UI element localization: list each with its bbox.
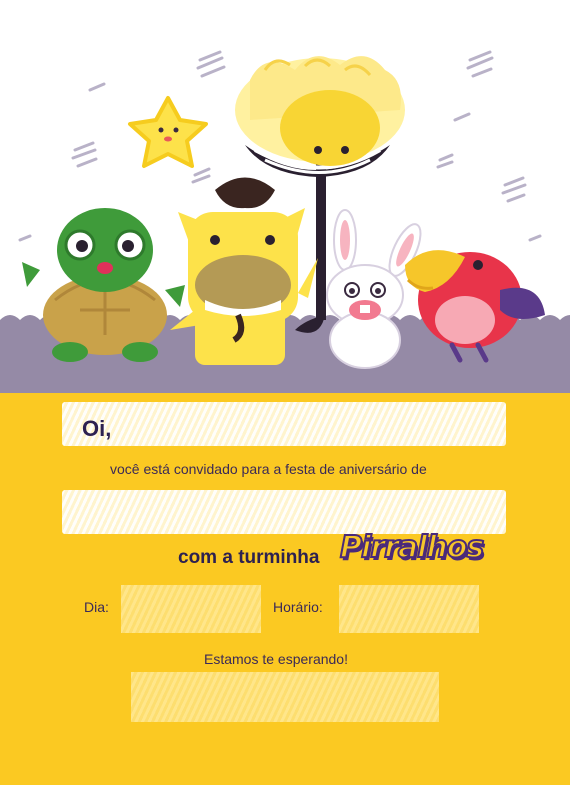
- closing-text: Estamos te esperando!: [204, 651, 348, 667]
- characters-illustration: [0, 50, 570, 395]
- date-field[interactable]: [121, 585, 261, 633]
- gang-line-text: com a turminha: [178, 547, 320, 568]
- time-label: Horário:: [273, 599, 323, 615]
- pirralhos-logo: Pirralhos: [339, 529, 485, 566]
- address-field[interactable]: [131, 672, 439, 722]
- birthday-person-field[interactable]: [62, 490, 506, 534]
- star-icon: [128, 96, 208, 168]
- greeting-name-field[interactable]: [62, 402, 506, 446]
- illustration-area: [0, 0, 570, 395]
- invite-line-text: você está convidado para a festa de aniv…: [110, 461, 427, 477]
- invitation-card: [0, 393, 570, 785]
- time-field[interactable]: [339, 585, 479, 633]
- greeting-text: Oi,: [82, 416, 112, 441]
- date-label: Dia:: [84, 599, 109, 615]
